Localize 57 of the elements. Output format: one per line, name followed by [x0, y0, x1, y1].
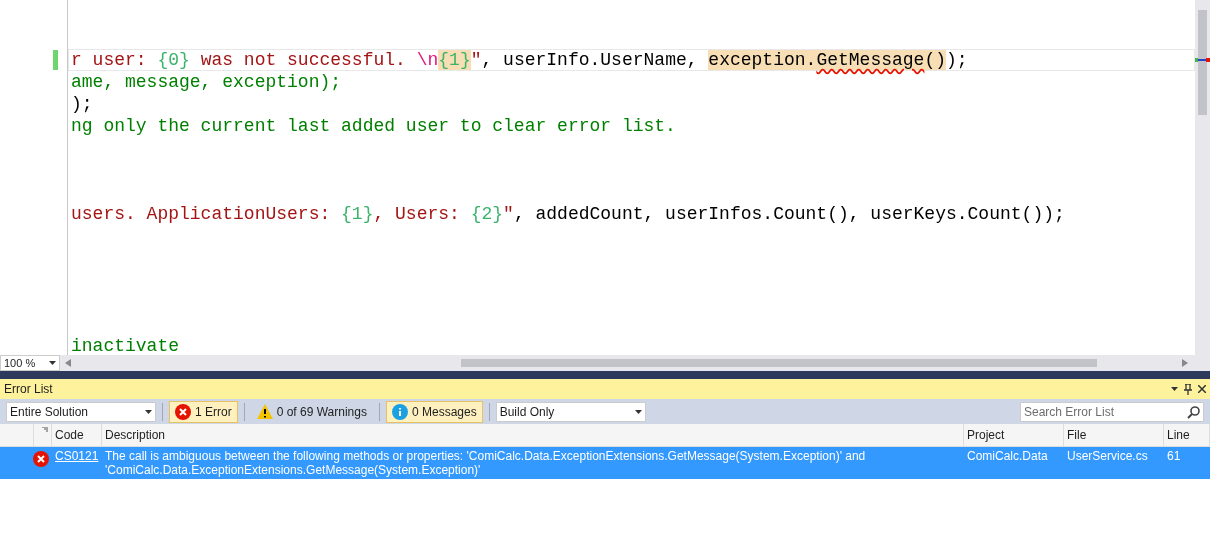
code-string: was not successful.	[199, 50, 407, 70]
error-icon	[175, 403, 191, 420]
column-header[interactable]: File	[1064, 424, 1164, 447]
panel-title: Error List	[4, 381, 53, 398]
code-string: "	[470, 50, 482, 70]
code-string: , Users:	[373, 204, 461, 224]
code-comment: ame, message, exception);	[71, 72, 342, 92]
scroll-right-icon[interactable]	[1182, 359, 1188, 367]
error-icon	[33, 451, 49, 467]
zoom-dropdown[interactable]: 100 %	[0, 355, 60, 371]
code-text: exception.	[708, 50, 817, 70]
vertical-scrollbar[interactable]	[1195, 0, 1210, 355]
code-text: );	[71, 94, 93, 114]
search-icon[interactable]	[1187, 405, 1200, 419]
pin-icon[interactable]	[1184, 383, 1192, 395]
column-header[interactable]: Line	[1164, 424, 1210, 447]
column-header[interactable]	[34, 424, 52, 447]
caret-icon[interactable]	[634, 409, 642, 414]
scope-dropdown[interactable]: Entire Solution	[6, 401, 156, 422]
dropdown-icon[interactable]	[1171, 387, 1178, 391]
caret-icon[interactable]	[49, 361, 56, 365]
code-string: {1}	[438, 50, 471, 70]
info-filter-button[interactable]: 0 Messages	[385, 400, 483, 423]
error-filter-button[interactable]: 1 Error	[169, 400, 238, 423]
code-text: );	[946, 50, 968, 70]
code-text: , addedCount, userInfos.Count(), userKeys.Count());	[513, 204, 1065, 224]
table-cell: 61	[1164, 447, 1210, 479]
warning-filter-button[interactable]: 0 of 69 Warnings	[250, 400, 373, 423]
scroll-thumb[interactable]	[1198, 10, 1207, 115]
code-string: "	[503, 204, 514, 224]
code-text: GetMessage	[816, 50, 925, 70]
caret-icon[interactable]	[145, 409, 152, 414]
scroll-thumb[interactable]	[461, 359, 1097, 367]
search-field[interactable]: Search Error List	[1020, 401, 1204, 422]
code-text: , userInfo.UserName,	[481, 50, 699, 70]
scroll-left-icon[interactable]	[65, 359, 71, 367]
code-string: \n	[416, 50, 439, 70]
warning-icon	[256, 404, 273, 419]
code-string: {0}	[157, 50, 190, 70]
table-cell: ComiCalc.Data	[964, 447, 1064, 479]
table-cell: The call is ambiguous between the following methods or properties: 'ComiCalc.Data.ExceptionExtensions.GetMessage(System.Exception)' and 'ComiCalc.Data.ExceptionExtensions.GetMessage(System.Exception)'	[102, 447, 964, 479]
position-marker	[1195, 58, 1210, 62]
code-string: {2}	[470, 204, 504, 224]
table-cell: UserService.cs	[1064, 447, 1164, 479]
close-icon[interactable]	[1198, 385, 1206, 393]
column-header[interactable]: Description	[102, 424, 964, 447]
info-icon	[391, 403, 408, 420]
code-comment: ng only the current last added user to clear error list.	[71, 116, 676, 136]
build-filter-dropdown[interactable]: Build Only	[495, 401, 646, 422]
code-comment: inactivate	[71, 336, 180, 355]
code-string: r user:	[71, 50, 148, 70]
filter-icon[interactable]	[42, 427, 48, 433]
code-text: ()	[924, 50, 946, 70]
column-header[interactable]: Project	[964, 424, 1064, 447]
code-string: users. ApplicationUsers:	[71, 204, 332, 224]
code-string: {1}	[341, 204, 374, 224]
column-header[interactable]: Code	[52, 424, 102, 447]
